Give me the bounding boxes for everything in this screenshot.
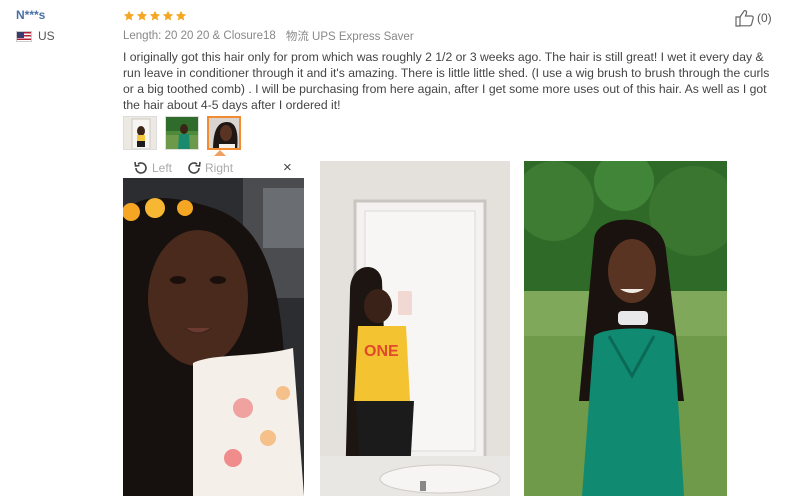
length-label: Length:: [123, 30, 162, 42]
photo-thumbnail-active[interactable]: [207, 116, 241, 150]
reviewer-name[interactable]: N***s: [16, 8, 55, 22]
shipping-value: UPS Express Saver: [312, 31, 414, 43]
star-icon: [123, 10, 135, 21]
rotate-right-button[interactable]: Right: [186, 160, 233, 176]
close-viewer-button[interactable]: ×: [283, 160, 292, 176]
active-thumb-indicator: [214, 150, 226, 156]
car-selfie-photo: [123, 178, 304, 496]
photo-thumbnail[interactable]: [123, 116, 157, 150]
rotate-right-label: Right: [205, 161, 234, 175]
image-rotate-controls: Left Right: [123, 158, 304, 178]
rotate-left-button[interactable]: Left: [133, 160, 172, 176]
star-icon: [162, 10, 174, 21]
rotate-right-icon: [188, 161, 201, 174]
review-meta: Length: 20 20 20 & Closure18 物流 UPS Expr…: [123, 28, 783, 44]
review-photo[interactable]: ONE: [320, 161, 510, 496]
length-value: 20 20 20 & Closure18: [164, 30, 276, 42]
reviewer-info: N***s US: [16, 8, 55, 43]
shipping-label: 物流: [285, 31, 309, 43]
photo-thumbnail[interactable]: [165, 116, 199, 150]
country-code: US: [38, 29, 55, 43]
star-icon: [175, 10, 187, 21]
reviewer-country: US: [16, 29, 55, 43]
mirror-selfie-thumb: [124, 117, 156, 149]
selfie-photo-thumb: [209, 118, 239, 148]
star-icon: [149, 10, 161, 21]
shipping-info: 物流 UPS Express Saver: [286, 28, 414, 44]
outdoor-photo-thumb: [166, 117, 198, 149]
review-content: Length: 20 20 20 & Closure18 物流 UPS Expr…: [123, 8, 783, 113]
rotate-left-icon: [134, 161, 147, 174]
length-info: Length: 20 20 20 & Closure18: [123, 30, 276, 42]
star-rating: [123, 8, 783, 24]
photo-thumbnails: [123, 116, 241, 150]
svg-text:ONE: ONE: [364, 343, 399, 360]
review-photo[interactable]: [524, 161, 727, 496]
review-text: I originally got this hair only for prom…: [123, 50, 770, 112]
rotate-left-label: Left: [152, 161, 173, 175]
us-flag-icon: [16, 30, 32, 42]
review-photo-large[interactable]: [123, 178, 304, 496]
outdoor-prom-photo: [524, 161, 727, 496]
mirror-selfie-photo: ONE: [320, 161, 510, 496]
star-icon: [136, 10, 148, 21]
